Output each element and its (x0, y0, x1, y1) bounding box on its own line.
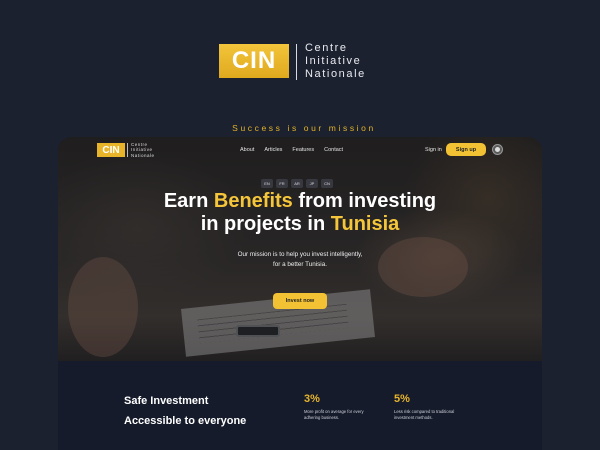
stat-description-line: More profit on average for every (304, 409, 364, 414)
language-chip-jp[interactable]: JP (306, 179, 318, 188)
hero-subtitle-line: for a better Tunisia. (273, 261, 327, 268)
nav-links: About Articles Features Contact (240, 147, 343, 153)
brand-name-line: Centre (305, 42, 348, 54)
brand-header: CIN Centre Initiative Nationale Success … (219, 42, 389, 133)
hero-title-text: Earn (163, 190, 214, 212)
brand-logo: CIN (219, 44, 289, 78)
stat-value: 3% (304, 393, 320, 405)
language-chip-cn[interactable]: CN (321, 179, 333, 188)
hero-overlay (58, 137, 542, 361)
website-mockup: CIN Centre Initiative Nationale About Ar… (58, 137, 542, 450)
brand-name: Centre Initiative Nationale (305, 42, 366, 81)
nav-brand-line: Nationale (131, 152, 155, 158)
stat-value: 5% (394, 393, 410, 405)
signup-button[interactable]: Sign up (446, 143, 486, 156)
brand-tagline: Success is our mission (232, 123, 376, 133)
nav-link-features[interactable]: Features (292, 147, 314, 153)
stat-item: 5% Less risk compared to traditional inv… (394, 393, 474, 421)
nav-link-about[interactable]: About (240, 147, 254, 153)
nav-link-articles[interactable]: Articles (264, 147, 282, 153)
hero-title-text: in projects in (200, 213, 331, 235)
hero-title-highlight: Benefits (213, 190, 293, 212)
hero-section: CIN Centre Initiative Nationale About Ar… (58, 137, 542, 361)
language-selector: EN FR AR JP CN (261, 179, 333, 188)
stats-heading-line: Safe Investment (124, 395, 209, 407)
stat-description-line: investment methods. (394, 415, 433, 420)
nav-brand-name: Centre Initiative Nationale (131, 142, 155, 158)
nav-logo[interactable]: CIN (97, 143, 125, 157)
signin-link[interactable]: Sign in (425, 147, 442, 153)
stat-item: 3% More profit on average for every adhe… (304, 393, 384, 421)
language-chip-en[interactable]: EN (261, 179, 273, 188)
hero-title-text: from investing (292, 190, 437, 212)
theme-toggle-icon[interactable] (492, 144, 503, 155)
stats-heading: Safe Investment Accessible to everyone (124, 391, 246, 431)
invest-now-button[interactable]: Invest now (273, 293, 327, 309)
hero-subtitle: Our mission is to help you invest intell… (58, 250, 542, 270)
stat-description: Less risk compared to traditional invest… (394, 409, 474, 421)
stat-description: More profit on average for every adherin… (304, 409, 384, 421)
language-chip-fr[interactable]: FR (276, 179, 288, 188)
nav-logo-divider (127, 143, 128, 157)
stat-description-line: Less risk compared to traditional (394, 409, 455, 414)
nav-link-contact[interactable]: Contact (324, 147, 343, 153)
brand-name-line: Nationale (305, 68, 366, 80)
hero-title-highlight: Tunisia (330, 213, 400, 235)
stat-description-line: adhering business. (304, 415, 340, 420)
stats-section: Safe Investment Accessible to everyone 3… (58, 361, 542, 450)
nav-brand-line: Initiative (131, 147, 153, 153)
brand-name-line: Initiative (305, 55, 362, 67)
hero-title: Earn Benefits from investing in projects… (58, 190, 542, 236)
language-chip-ar[interactable]: AR (291, 179, 303, 188)
hero-subtitle-line: Our mission is to help you invest intell… (237, 251, 363, 258)
brand-divider (296, 44, 297, 80)
stats-heading-line: Accessible to everyone (124, 415, 247, 427)
